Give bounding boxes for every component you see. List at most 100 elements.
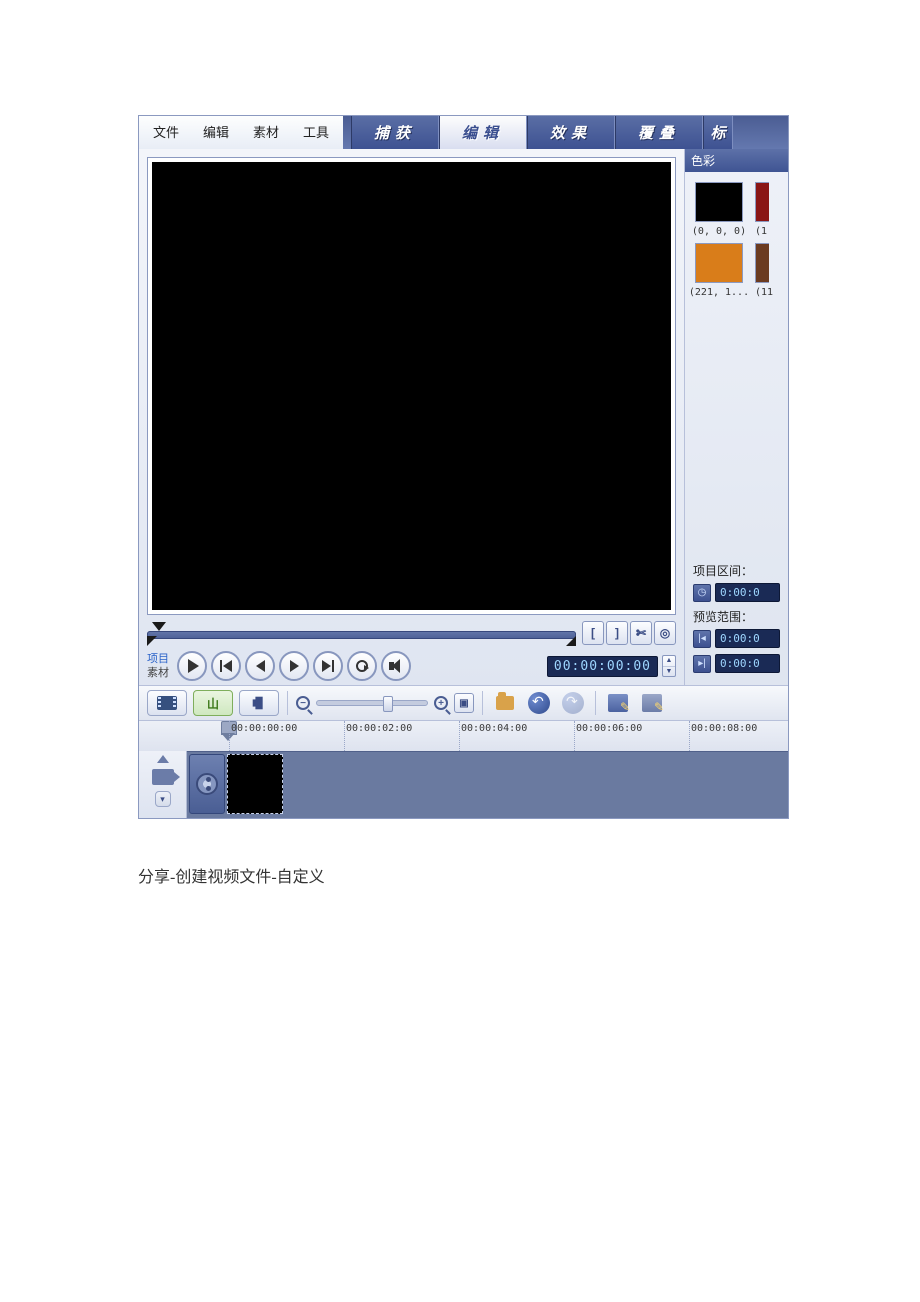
ruler-tick	[459, 721, 460, 751]
fit-project-button[interactable]: ▣	[454, 693, 474, 713]
menu-file[interactable]: 文件	[141, 116, 191, 149]
spin-down-icon[interactable]: ▼	[663, 667, 675, 677]
separator	[482, 691, 483, 715]
range-end-value[interactable]: 0:00:0	[715, 654, 780, 673]
batch-icon	[642, 694, 662, 712]
timeline-view-button[interactable]: ⼭	[193, 690, 233, 716]
play-icon	[188, 659, 199, 673]
trim-track[interactable]	[147, 624, 576, 642]
next-icon	[290, 660, 299, 672]
zoom-slider[interactable]	[316, 700, 428, 706]
volume-button[interactable]	[381, 651, 411, 681]
reel-icon	[196, 773, 218, 795]
preview-canvas[interactable]	[152, 162, 671, 610]
zoom-thumb[interactable]	[383, 696, 393, 712]
range-start-value[interactable]: 0:00:0	[715, 629, 780, 648]
document-caption: 分享-创建视频文件-自定义	[138, 863, 920, 887]
timecode-spinner[interactable]: ▲▼	[662, 655, 676, 677]
step-tabs: 捕获 编辑 效果 覆叠 标	[343, 116, 788, 149]
preview-frame	[147, 157, 676, 615]
step-capture[interactable]: 捕获	[351, 116, 439, 149]
color-swatch-icon	[695, 243, 743, 283]
next-frame-button[interactable]	[279, 651, 309, 681]
color-swatch-grid: (0, 0, 0) (1	[685, 172, 788, 237]
trim-range[interactable]	[147, 631, 576, 639]
step-overlay[interactable]: 覆叠	[615, 116, 703, 149]
library-panel: 色彩 (0, 0, 0) (1 (221, 1...	[685, 149, 788, 685]
scroll-up-icon[interactable]	[157, 755, 169, 763]
enlarge-button[interactable]: ◎	[654, 621, 676, 645]
play-button[interactable]	[177, 651, 207, 681]
step-effect[interactable]: 效果	[527, 116, 615, 149]
swatch-item[interactable]: (1	[755, 182, 775, 237]
timeline-icon: ⼭	[207, 695, 219, 712]
storyboard-view-button[interactable]	[147, 690, 187, 716]
cut-button[interactable]: ✄	[630, 621, 652, 645]
mark-out-button[interactable]: ]	[606, 621, 628, 645]
mark-in-button[interactable]: [	[582, 621, 604, 645]
smart-proxy-button[interactable]	[604, 690, 632, 716]
swatch-item[interactable]: (221, 1...	[693, 243, 745, 298]
interval-value[interactable]: 0:00:0	[715, 583, 780, 602]
prev-icon	[256, 660, 265, 672]
color-swatch-grid-2: (221, 1... (11	[685, 237, 788, 298]
preview-panel: [ ] ✄ ◎ 项目 素材	[139, 149, 685, 685]
playhead-handle-icon[interactable]	[152, 622, 166, 632]
film-icon	[157, 696, 177, 710]
video-editor-window: 文件 编辑 素材 工具 捕获 编辑 效果 覆叠 标	[138, 115, 789, 819]
video-track[interactable]	[187, 751, 788, 818]
swatch-item[interactable]: (11	[755, 243, 775, 298]
color-swatch-icon	[695, 182, 743, 222]
zoom-in-icon[interactable]: +	[434, 696, 448, 710]
zoom-out-icon[interactable]: −	[296, 696, 310, 710]
audio-view-button[interactable]	[239, 690, 279, 716]
ruler-tick	[344, 721, 345, 751]
mode-clip[interactable]: 素材	[147, 666, 169, 680]
trim-handle-left-icon[interactable]	[147, 636, 157, 646]
menu-tools[interactable]: 工具	[291, 116, 341, 149]
trim-handle-right-icon[interactable]	[566, 636, 576, 646]
redo-button[interactable]	[559, 692, 587, 714]
last-icon	[322, 660, 331, 672]
timecode-value[interactable]: 00:00:00:00	[547, 656, 658, 677]
swatch-label: (11	[755, 287, 773, 298]
timecode-display: 00:00:00:00 ▲▼	[547, 655, 676, 677]
menu-edit[interactable]: 编辑	[191, 116, 241, 149]
gallery-header[interactable]: 色彩	[685, 149, 788, 172]
undo-button[interactable]	[525, 692, 553, 714]
playback-controls: 项目 素材 00	[147, 651, 676, 681]
track-badge	[189, 754, 225, 814]
menu-clip[interactable]: 素材	[241, 116, 291, 149]
timeline-ruler[interactable]: 00:00:00:00 00:00:02:00 00:00:04:00 00:00:0…	[139, 721, 788, 751]
ruler-label: 00:00:00:00	[231, 723, 297, 734]
preview-mode-labels[interactable]: 项目 素材	[147, 652, 169, 680]
undo-icon	[528, 692, 550, 714]
swatch-label: (0, 0, 0)	[692, 226, 746, 237]
ruler-label: 00:00:04:00	[461, 723, 527, 734]
folder-icon	[496, 696, 514, 710]
track-options-button[interactable]: ▾	[155, 791, 171, 807]
swatch-label: (221, 1...	[689, 287, 749, 298]
go-start-button[interactable]	[211, 651, 241, 681]
spin-up-icon[interactable]: ▲	[663, 656, 675, 667]
video-clip[interactable]	[227, 754, 283, 814]
first-icon	[223, 660, 232, 672]
open-folder-button[interactable]	[491, 690, 519, 716]
mode-project[interactable]: 项目	[147, 652, 169, 666]
ruler-label: 00:00:08:00	[691, 723, 757, 734]
separator	[287, 691, 288, 715]
swatch-label: (1	[755, 226, 773, 237]
loop-icon	[356, 660, 368, 672]
prev-frame-button[interactable]	[245, 651, 275, 681]
trim-buttons: [ ] ✄ ◎	[582, 621, 676, 645]
step-title[interactable]: 标	[703, 116, 733, 149]
color-swatch-icon	[755, 182, 769, 222]
swatch-item[interactable]: (0, 0, 0)	[693, 182, 745, 237]
separator	[595, 691, 596, 715]
go-end-button[interactable]	[313, 651, 343, 681]
repeat-button[interactable]	[347, 651, 377, 681]
step-edit[interactable]: 编辑	[439, 116, 527, 149]
batch-convert-button[interactable]	[638, 690, 666, 716]
video-track-icon[interactable]	[152, 769, 174, 785]
ruler-label: 00:00:02:00	[346, 723, 412, 734]
